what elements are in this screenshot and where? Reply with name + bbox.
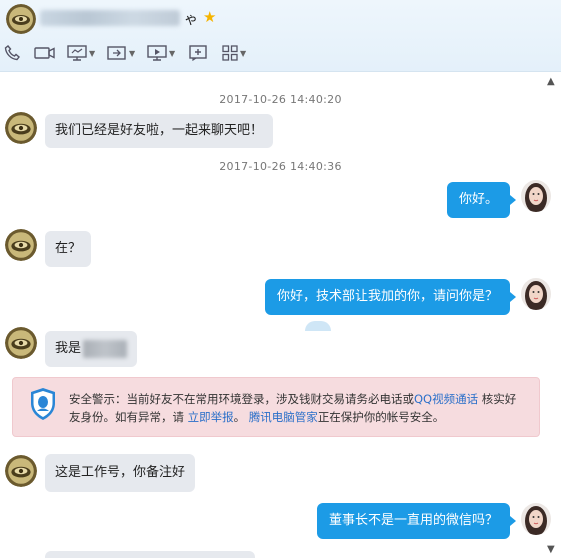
warning-text: 。	[233, 410, 246, 424]
contact-avatar[interactable]	[5, 229, 37, 261]
redacted-name	[83, 339, 128, 358]
warning-text: 安全警示：当前好友不在常用环境登录，涉及钱财交易请务必电话或	[69, 392, 414, 406]
add-icon	[189, 45, 207, 61]
chevron-down-icon: ▼	[169, 48, 176, 58]
screen-share-button[interactable]: ▼	[67, 42, 95, 64]
timestamp: 2017-10-26 14:40:36	[219, 160, 342, 173]
pc-manager-link[interactable]: 腾讯电脑管家	[249, 410, 318, 424]
contact-name-suffix: ゃ	[184, 12, 198, 28]
file-transfer-button[interactable]: ▼	[107, 42, 135, 64]
contact-avatar[interactable]	[5, 455, 37, 487]
user-avatar[interactable]	[521, 180, 551, 212]
message-bubble-partial	[45, 551, 255, 558]
shield-icon	[29, 387, 57, 425]
message-bubble[interactable]: 这是工作号，你备注好	[45, 454, 196, 492]
contact-avatar[interactable]	[5, 112, 37, 144]
video-call-link[interactable]: QQ视频通话	[414, 392, 478, 406]
timestamp: 2017-10-26 14:40:20	[219, 93, 342, 106]
contact-avatar[interactable]	[6, 4, 36, 34]
message-bubble[interactable]: 在？	[45, 231, 92, 267]
user-avatar[interactable]	[521, 503, 551, 535]
camera-icon	[34, 47, 55, 59]
message-bubble[interactable]: 我是	[45, 331, 138, 367]
voice-call-button[interactable]	[4, 42, 20, 64]
phone-icon	[4, 45, 20, 61]
message-bubble-self[interactable]: 你好。	[447, 182, 517, 218]
chevron-down-icon: ▼	[129, 48, 136, 58]
remote-icon	[147, 45, 167, 61]
message-text: 我是	[55, 341, 82, 356]
contact-name-redacted	[40, 10, 180, 26]
user-avatar[interactable]	[521, 278, 551, 310]
add-contact-button[interactable]	[189, 42, 207, 64]
warning-text: 正在保护你的帐号安全。	[317, 410, 445, 424]
star-icon: ★	[203, 8, 217, 26]
remote-desktop-button[interactable]: ▼	[147, 42, 175, 64]
grid-icon	[222, 45, 238, 61]
scroll-up-icon[interactable]: ▲	[547, 76, 555, 87]
security-warning: 安全警示：当前好友不在常用环境登录，涉及钱财交易请务必电话或QQ视频通话 核实好…	[12, 377, 540, 437]
security-warning-text: 安全警示：当前好友不在常用环境登录，涉及钱财交易请务必电话或QQ视频通话 核实好…	[69, 390, 524, 426]
report-link[interactable]: 立即举报	[188, 410, 234, 424]
scroll-down-icon[interactable]: ▼	[547, 544, 555, 555]
video-call-button[interactable]	[34, 42, 56, 64]
message-list[interactable]: 2017-10-26 14:40:20 我们已经是好友啦，一起来聊天吧！ 201…	[0, 73, 561, 558]
apps-button[interactable]: ▼	[222, 42, 246, 64]
contact-avatar[interactable]	[5, 327, 37, 359]
chat-header: ゃ ★ ▼ ▼ ▼ ▼	[0, 0, 561, 72]
message-bubble-self[interactable]: 董事长不是一直用的微信吗？	[317, 503, 517, 539]
scroll-hint	[305, 321, 331, 331]
message-bubble-self[interactable]: 你好，技术部让我加的你，请问你是？	[265, 279, 517, 315]
chevron-down-icon: ▼	[89, 48, 96, 58]
message-bubble[interactable]: 我们已经是好友啦，一起来聊天吧！	[45, 114, 274, 148]
monitor-icon	[67, 45, 87, 61]
file-icon	[107, 46, 126, 60]
chevron-down-icon: ▼	[240, 48, 247, 58]
